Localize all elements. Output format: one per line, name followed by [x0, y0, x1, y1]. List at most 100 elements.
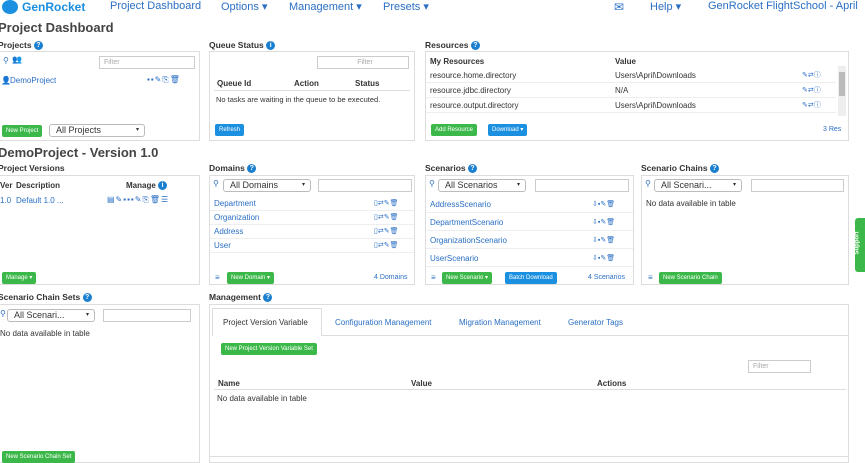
version-number[interactable]: 1.0	[0, 196, 11, 205]
scenario-name[interactable]: OrganizationScenario	[430, 236, 507, 245]
support-tab[interactable]: Support	[855, 218, 865, 272]
users-icon[interactable]: 👥	[12, 55, 22, 64]
info-icon[interactable]: ?	[470, 41, 480, 51]
brand-logo[interactable]: GenRocket	[2, 0, 85, 14]
new-domain-button[interactable]: New Domain ▾	[227, 272, 275, 284]
version-description[interactable]: Default 1.0 ...	[16, 196, 64, 205]
tab-generator-tags[interactable]: Generator Tags	[568, 318, 623, 327]
domain-row[interactable]: Address ▯⇄✎🗑	[210, 225, 414, 239]
info-icon[interactable]: i	[158, 181, 168, 191]
scenario-row[interactable]: AddressScenario ⇩▪✎🗑	[426, 196, 633, 213]
domains-select[interactable]: All Domains ▾	[223, 179, 311, 192]
nav-project-dashboard[interactable]: Project Dashboard	[110, 0, 201, 12]
chains-title: Scenario Chains	[641, 163, 708, 173]
resource-row-icons[interactable]: ✎⇄ⓘ	[802, 99, 821, 113]
chain-sets-heading: Scenario Chain Sets ?	[0, 292, 92, 303]
scenario-row[interactable]: UserScenario ⇩▪✎🗑	[426, 250, 633, 267]
scenario-row-icons[interactable]: ⇩▪✎🗑	[592, 196, 615, 213]
projects-heading: Projects ?	[0, 40, 43, 51]
list-icon[interactable]: ≡	[648, 273, 653, 282]
nav-presets[interactable]: Presets ▾	[383, 0, 429, 13]
domain-row-icons[interactable]: ▯⇄✎🗑	[374, 225, 398, 239]
domain-row[interactable]: Organization ▯⇄✎🗑	[210, 211, 414, 225]
list-icon[interactable]: ≡	[215, 273, 220, 282]
tab-project-version-variable[interactable]: Project Version Variable	[223, 318, 308, 327]
mail-icon[interactable]: ✉	[614, 0, 624, 14]
scrollbar-thumb[interactable]	[839, 72, 845, 96]
info-icon[interactable]: i	[266, 41, 276, 51]
tab-configuration-management[interactable]: Configuration Management	[335, 318, 432, 327]
search-icon: ⚲	[213, 179, 219, 188]
chain-sets-filter-input[interactable]	[103, 309, 191, 322]
resource-row-icons[interactable]: ✎⇄ⓘ	[802, 69, 821, 83]
domain-row-icons[interactable]: ▯⇄✎🗑	[374, 239, 398, 253]
version-title: DemoProject - Version 1.0	[0, 145, 159, 160]
new-project-button[interactable]: New Project	[2, 125, 43, 137]
queue-filter-input[interactable]: Filter	[317, 56, 409, 69]
domain-row-icons[interactable]: ▯⇄✎🗑	[374, 211, 398, 225]
info-icon[interactable]: ?	[247, 164, 257, 174]
version-subtitle: Project Versions	[0, 163, 65, 173]
domain-name[interactable]: Organization	[214, 213, 259, 222]
download-button[interactable]: Download ▾	[488, 124, 528, 136]
scenario-name[interactable]: AddressScenario	[430, 200, 491, 209]
scenario-row[interactable]: OrganizationScenario ⇩▪✎🗑	[426, 232, 633, 249]
nav-management[interactable]: Management ▾	[289, 0, 362, 13]
domains-filter-input[interactable]	[318, 179, 412, 192]
chain-sets-select[interactable]: All Scenari... ▾	[7, 309, 95, 322]
projects-scope-select[interactable]: All Projects ▾	[49, 124, 145, 137]
new-scenario-chain-button[interactable]: New Scenario Chain	[659, 272, 722, 284]
divider	[214, 389, 846, 390]
domain-row[interactable]: User ▯⇄✎🗑	[210, 239, 414, 253]
resource-name: resource.home.directory	[430, 71, 517, 80]
refresh-button[interactable]: Refresh	[215, 124, 245, 136]
add-resource-button[interactable]: Add Resource	[431, 124, 478, 136]
domain-name[interactable]: Department	[214, 199, 256, 208]
nav-account[interactable]: GenRocket FlightSchool - April	[708, 0, 858, 12]
scenarios-select[interactable]: All Scenarios ▾	[438, 179, 526, 192]
version-action-icons[interactable]: ▤✎▪▪▪✎⎘🗑☰	[107, 195, 169, 205]
resource-row: resource.output.directory Users\April\Dow…	[426, 99, 836, 113]
scenario-row[interactable]: DepartmentScenario ⇩▪✎🗑	[426, 214, 633, 231]
info-icon[interactable]: ?	[263, 293, 273, 303]
info-icon[interactable]: ?	[33, 41, 43, 51]
scenarios-filter-input[interactable]	[535, 179, 629, 192]
management-title: Management	[209, 292, 261, 302]
scenario-row-icons[interactable]: ⇩▪✎🗑	[592, 214, 615, 231]
info-icon[interactable]: ?	[709, 164, 719, 174]
new-scenario-button[interactable]: New Scenario ▾	[442, 272, 493, 284]
scenario-name[interactable]: UserScenario	[430, 254, 478, 263]
batch-download-button[interactable]: Batch Download	[505, 272, 557, 284]
info-icon[interactable]: ?	[82, 293, 92, 303]
project-link-demoproject[interactable]: DemoProject	[10, 76, 56, 85]
resource-row-icons[interactable]: ✎⇄ⓘ	[802, 84, 821, 98]
chain-sets-title: Scenario Chain Sets	[0, 292, 81, 302]
new-scenario-chain-set-button[interactable]: New Scenario Chain Set	[2, 451, 76, 463]
scenario-name[interactable]: DepartmentScenario	[430, 218, 503, 227]
chevron-down-icon: ▾	[301, 182, 305, 188]
project-action-icons[interactable]: ▪▪✎⎘🗑	[147, 75, 181, 85]
scenario-row-icons[interactable]: ⇩▪✎🗑	[592, 232, 615, 249]
list-icon[interactable]: ≡	[431, 273, 436, 282]
chains-filter-input[interactable]	[751, 179, 844, 192]
projects-filter-input[interactable]: Filter	[99, 56, 195, 69]
domain-row-icons[interactable]: ▯⇄✎🗑	[374, 197, 398, 211]
nav-options[interactable]: Options ▾	[221, 0, 268, 13]
projects-panel: ⚲ 👥 Filter 👤 DemoProject ▪▪✎⎘🗑 New Proje…	[0, 51, 200, 141]
scenarios-count: 4 Scenarios	[588, 274, 625, 281]
tab-migration-management[interactable]: Migration Management	[459, 318, 541, 327]
resources-scrollbar[interactable]	[838, 66, 846, 116]
management-filter-input[interactable]: Filter	[748, 360, 811, 373]
scenario-row-icons[interactable]: ⇩▪✎🗑	[592, 250, 615, 267]
chains-empty-text: No data available in table	[646, 199, 736, 208]
domain-row[interactable]: Department ▯⇄✎🗑	[210, 197, 414, 211]
scenarios-panel: ⚲ All Scenarios ▾ AddressScenario ⇩▪✎🗑 Dep…	[425, 175, 634, 285]
management-empty-text: No data available in table	[217, 394, 307, 403]
new-project-version-variable-set-button[interactable]: New Project Version Variable Set	[221, 343, 317, 355]
nav-help[interactable]: Help ▾	[650, 0, 681, 13]
chains-select[interactable]: All Scenari... ▾	[654, 179, 742, 192]
domain-name[interactable]: User	[214, 241, 231, 250]
domain-name[interactable]: Address	[214, 227, 243, 236]
manage-button[interactable]: Manage ▾	[2, 272, 37, 284]
info-icon[interactable]: ?	[468, 164, 478, 174]
